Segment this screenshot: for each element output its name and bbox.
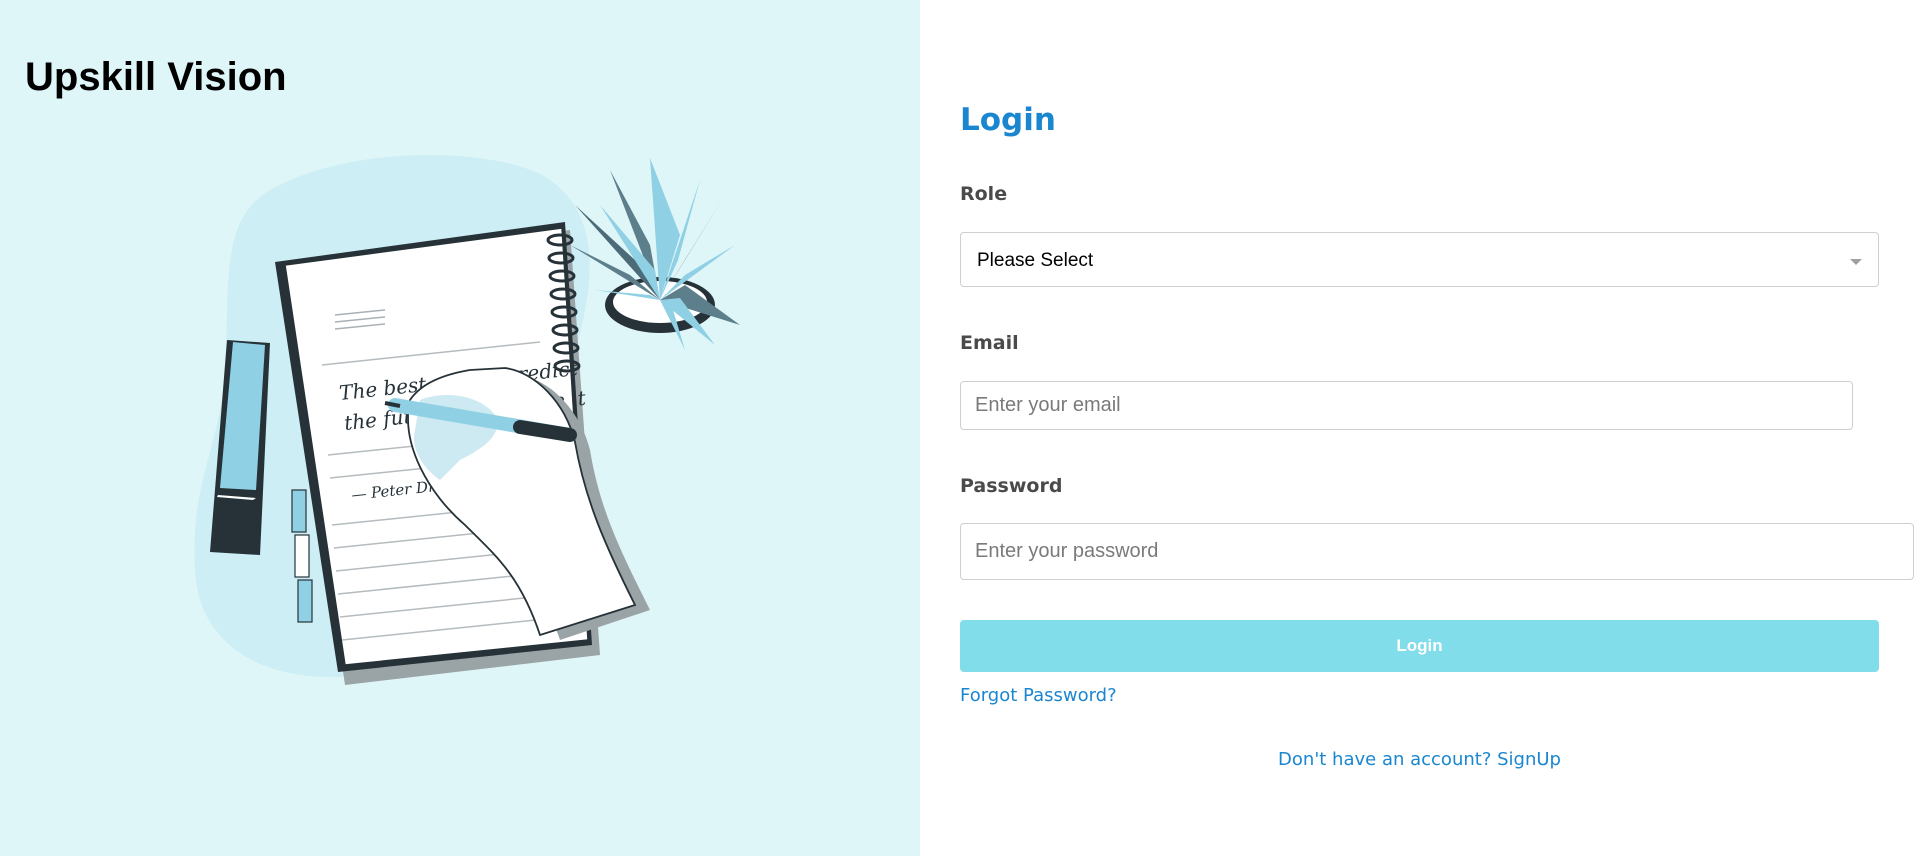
signup-link[interactable]: Don't have an account? SignUp (1278, 749, 1561, 770)
role-select[interactable]: Please Select (960, 232, 1879, 287)
notebook-illustration: The best way to predict the future is to… (194, 155, 740, 685)
plant-icon (570, 158, 740, 350)
email-label: Email (960, 332, 1019, 354)
role-label: Role (960, 183, 1008, 205)
role-select-value: Please Select (977, 250, 1094, 271)
login-panel: Login Role Please Select Email Password … (920, 0, 1919, 856)
signup-prompt: Don't have an account? SignUp (960, 749, 1879, 770)
login-button[interactable]: Login (960, 620, 1879, 672)
password-field[interactable] (960, 523, 1914, 580)
login-title: Login (960, 102, 1056, 138)
email-field[interactable] (960, 381, 1853, 430)
left-panel: Upskill Vision The best predict the it —… (0, 0, 920, 856)
password-label: Password (960, 475, 1063, 497)
chevron-down-icon (1850, 259, 1862, 265)
marker-icon (210, 340, 270, 555)
brand-title: Upskill Vision (25, 55, 287, 99)
forgot-password-link[interactable]: Forgot Password? (960, 685, 1117, 706)
